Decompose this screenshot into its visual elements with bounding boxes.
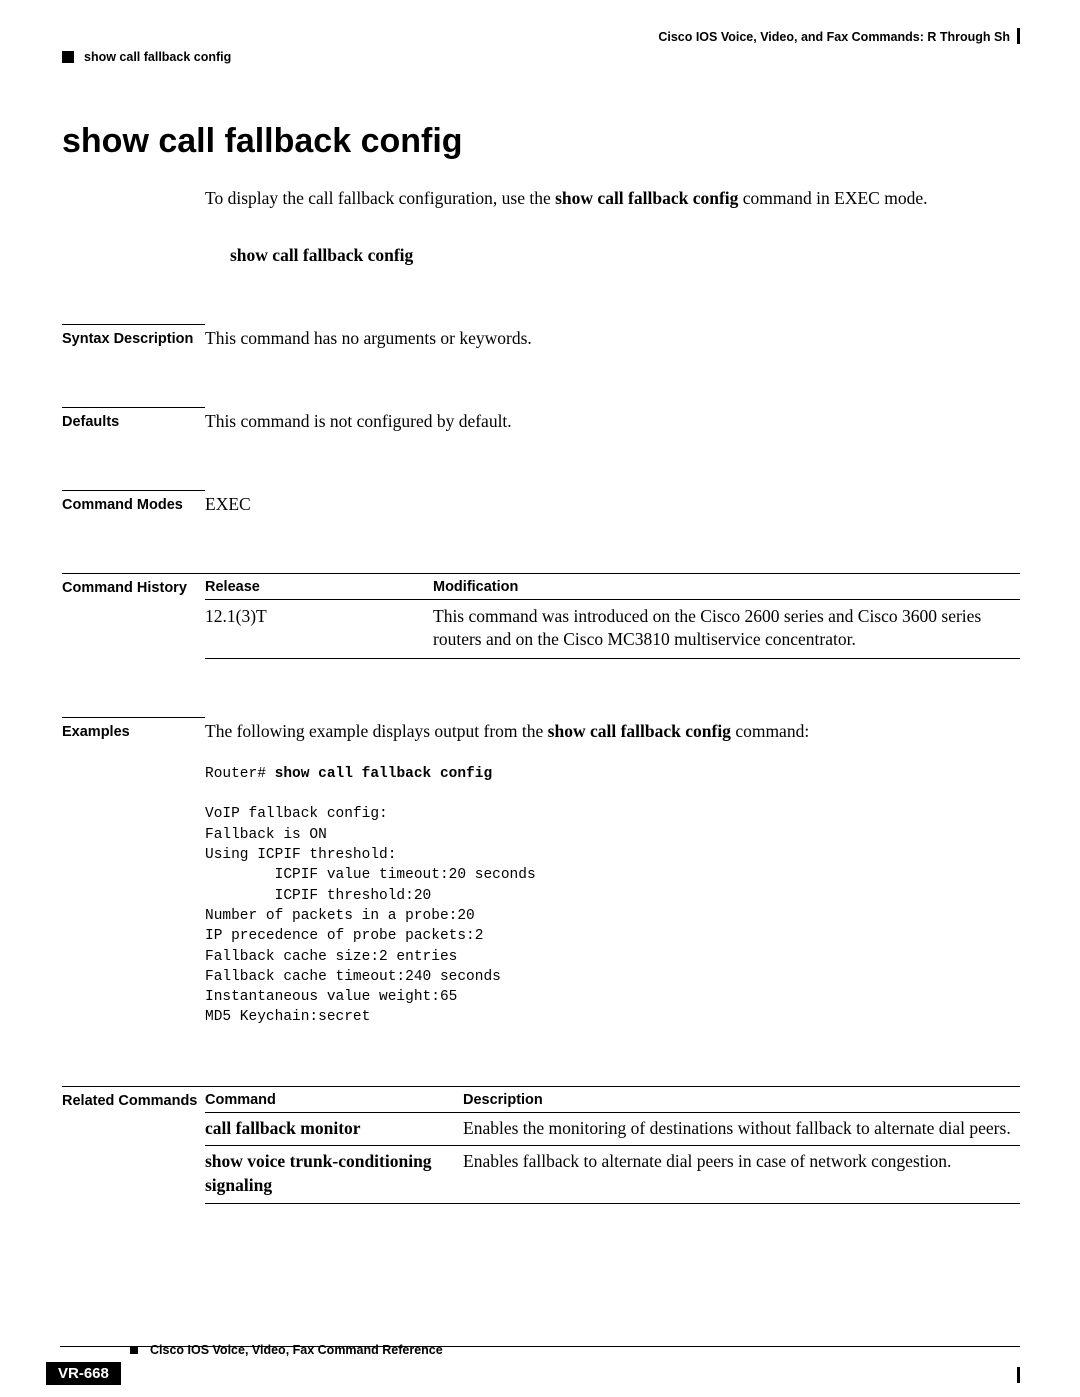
section-body: EXEC bbox=[205, 490, 1020, 515]
footer-mark-icon bbox=[1017, 1367, 1020, 1383]
footer-doc-title: Cisco IOS Voice, Video, Fax Command Refe… bbox=[150, 1343, 443, 1357]
square-icon bbox=[130, 1346, 138, 1354]
code-command: show call fallback config bbox=[275, 766, 493, 782]
intro-command-bold: show call fallback config bbox=[555, 188, 738, 208]
code-output: VoIP fallback config: Fallback is ON Usi… bbox=[205, 806, 536, 1025]
footer: Cisco IOS Voice, Video, Fax Command Refe… bbox=[60, 1346, 1020, 1361]
section-label: Examples bbox=[62, 717, 205, 1028]
header-command: Command bbox=[205, 1092, 463, 1108]
section-body: This command is not configured by defaul… bbox=[205, 407, 1020, 432]
section-related-commands: Related Commands Command Description cal… bbox=[62, 1086, 1020, 1204]
table-row: 12.1(3)T This command was introduced on … bbox=[205, 600, 1020, 659]
code-block: Router# show call fallback config VoIP f… bbox=[205, 764, 1020, 1028]
cell-command: call fallback monitor bbox=[205, 1117, 463, 1141]
header-topic: show call fallback config bbox=[84, 50, 231, 64]
section-examples: Examples The following example displays … bbox=[62, 717, 1020, 1028]
section-syntax-description: Syntax Description This command has no a… bbox=[62, 324, 1020, 349]
example-intro: The following example displays output fr… bbox=[205, 721, 1020, 742]
section-defaults: Defaults This command is not configured … bbox=[62, 407, 1020, 432]
table-header-row: Release Modification bbox=[205, 573, 1020, 600]
example-intro-cmd: show call fallback config bbox=[548, 721, 731, 741]
table-row: show voice trunk-conditioning signaling … bbox=[205, 1146, 1020, 1203]
section-label: Defaults bbox=[62, 407, 205, 432]
header-topic-row: show call fallback config bbox=[62, 50, 1020, 64]
code-prompt: Router# bbox=[205, 766, 275, 782]
cell-release: 12.1(3)T bbox=[205, 605, 433, 652]
example-intro-post: command: bbox=[731, 721, 809, 741]
cell-command: show voice trunk-conditioning signaling bbox=[205, 1150, 463, 1197]
section-command-history: Command History Release Modification 12.… bbox=[62, 573, 1020, 659]
command-syntax: show call fallback config bbox=[230, 245, 1020, 266]
square-icon bbox=[62, 51, 74, 63]
cell-modification: This command was introduced on the Cisco… bbox=[433, 605, 1020, 652]
header-description: Description bbox=[463, 1092, 1020, 1108]
cell-description: Enables the monitoring of destinations w… bbox=[463, 1117, 1020, 1141]
history-table: Release Modification 12.1(3)T This comma… bbox=[205, 573, 1020, 659]
intro-text-post: command in EXEC mode. bbox=[738, 188, 927, 208]
page-title: show call fallback config bbox=[62, 122, 1020, 161]
table-header-row: Command Description bbox=[205, 1086, 1020, 1113]
section-command-modes: Command Modes EXEC bbox=[62, 490, 1020, 515]
section-label: Command Modes bbox=[62, 490, 205, 515]
header-chapter: Cisco IOS Voice, Video, and Fax Commands… bbox=[60, 30, 1020, 44]
section-label: Command History bbox=[62, 573, 205, 659]
section-label: Syntax Description bbox=[62, 324, 205, 349]
intro-text-pre: To display the call fallback configurati… bbox=[205, 188, 555, 208]
header-modification: Modification bbox=[433, 579, 1020, 595]
intro-paragraph: To display the call fallback configurati… bbox=[205, 187, 1020, 211]
section-label: Related Commands bbox=[62, 1086, 205, 1204]
related-table: Command Description call fallback monito… bbox=[205, 1086, 1020, 1204]
section-body: This command has no arguments or keyword… bbox=[205, 324, 1020, 349]
example-intro-pre: The following example displays output fr… bbox=[205, 721, 548, 741]
cell-description: Enables fallback to alternate dial peers… bbox=[463, 1150, 1020, 1197]
page-number: VR-668 bbox=[46, 1362, 121, 1385]
section-body: The following example displays output fr… bbox=[205, 717, 1020, 1028]
header-release: Release bbox=[205, 579, 433, 595]
table-row: call fallback monitor Enables the monito… bbox=[205, 1113, 1020, 1147]
